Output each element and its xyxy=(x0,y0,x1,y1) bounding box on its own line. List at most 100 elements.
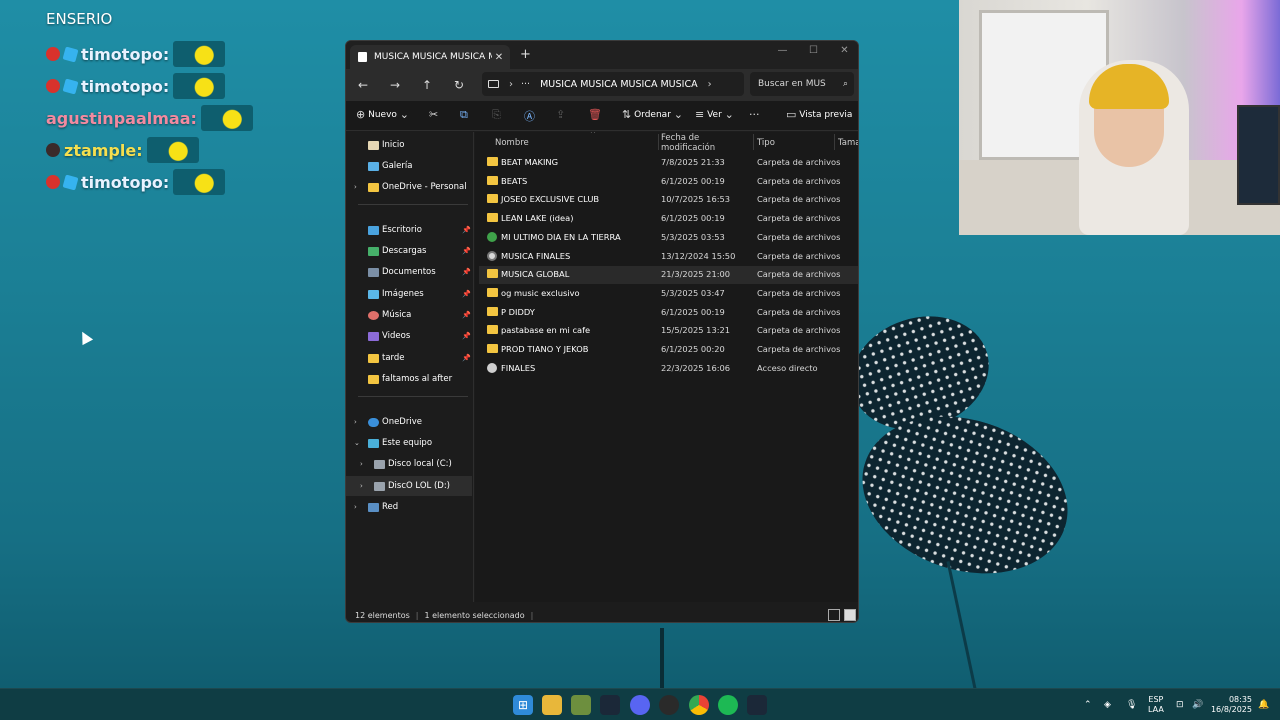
file-row[interactable]: og music exclusivo 5/3/2025 03:47 Carpeta … xyxy=(479,285,858,303)
steam-icon[interactable] xyxy=(747,695,767,715)
search-input[interactable]: Buscar en MUS ⌕ xyxy=(750,72,854,96)
title-bar[interactable]: MUSICA MUSICA MUSICA MU ✕ + — ☐ ✕ xyxy=(346,41,858,69)
address-bar[interactable]: › ··· MUSICA MUSICA MUSICA MUSICA › xyxy=(482,72,744,96)
minimize-button[interactable]: — xyxy=(767,41,798,61)
microphone-icon[interactable]: 🎙 xyxy=(1126,689,1137,720)
forward-arrow-icon[interactable]: → xyxy=(384,75,406,95)
chevron-right-icon[interactable]: › xyxy=(354,183,357,191)
pin-icon[interactable]: 📌 xyxy=(462,290,471,298)
chevron-right-icon[interactable]: › xyxy=(708,79,712,90)
file-row[interactable]: P DIDDY 6/1/2025 00:19 Carpeta de archivos xyxy=(479,304,858,322)
chevron-right-icon[interactable]: › xyxy=(360,460,363,468)
explorer-tab[interactable]: MUSICA MUSICA MUSICA MU ✕ xyxy=(350,45,510,69)
file-explorer-icon[interactable] xyxy=(542,695,562,715)
spotify-icon[interactable] xyxy=(718,695,738,715)
sidebar-item-label: faltamos al after xyxy=(382,374,453,384)
rename-icon[interactable]: Ⓐ xyxy=(524,108,535,124)
search-placeholder: Buscar en MUS xyxy=(758,79,826,89)
back-arrow-icon[interactable]: ← xyxy=(352,75,374,95)
chevron-up-icon[interactable]: ⌃ xyxy=(1084,689,1092,720)
share-icon[interactable]: ⇪ xyxy=(556,108,565,121)
sidebar-item-home[interactable]: Inicio xyxy=(346,135,472,155)
details-view-icon[interactable] xyxy=(828,609,840,621)
preview-pane-button[interactable]: ▭ Vista previa xyxy=(786,108,852,121)
chevron-down-icon[interactable]: ⌄ xyxy=(354,439,360,447)
pin-icon[interactable]: 📌 xyxy=(462,332,471,340)
column-header-name[interactable]: ^ Nombre xyxy=(495,132,655,154)
sidebar-item-network[interactable]: › Red xyxy=(346,497,472,517)
column-header-size[interactable]: Tamaño xyxy=(838,132,858,154)
obs-icon[interactable] xyxy=(659,695,679,715)
column-separator[interactable] xyxy=(753,134,754,150)
sidebar-item-downloads[interactable]: Descargas 📌 xyxy=(346,241,472,261)
file-row[interactable]: PROD TIANO Y JEKOB 6/1/2025 00:20 Carpeta … xyxy=(479,341,858,359)
refresh-icon[interactable]: ↻ xyxy=(448,75,470,95)
file-row[interactable]: MUSICA GLOBAL 21/3/2025 21:00 Carpeta de a… xyxy=(479,266,858,285)
sidebar-item-images[interactable]: Imágenes 📌 xyxy=(346,284,472,304)
new-label: Nuevo xyxy=(368,109,397,120)
clock[interactable]: 08:35 16/8/2025 xyxy=(1210,695,1252,715)
pin-icon[interactable]: 📌 xyxy=(462,226,471,234)
view-button[interactable]: ≡ Ver ⌄ xyxy=(695,108,734,121)
pin-icon[interactable]: 📌 xyxy=(462,311,471,319)
column-separator[interactable] xyxy=(834,134,835,150)
column-header-modified[interactable]: Fecha de modificación xyxy=(661,132,753,154)
sidebar-item-onedrive[interactable]: › OneDrive xyxy=(346,412,472,432)
file-row[interactable]: JOSEO EXCLUSIVE CLUB 10/7/2025 16:53 Carpe… xyxy=(479,191,858,209)
chrome-icon[interactable] xyxy=(689,695,709,715)
steam-icon[interactable] xyxy=(600,695,620,715)
sidebar-item-disk-d[interactable]: › DiscO LOL (D:) xyxy=(346,476,472,496)
column-header-type[interactable]: Tipo xyxy=(757,132,827,154)
sidebar-item-this-pc[interactable]: ⌄ Este equipo xyxy=(346,433,472,453)
column-separator[interactable] xyxy=(658,134,659,150)
sidebar-item-desktop[interactable]: Escritorio 📌 xyxy=(346,220,472,240)
volume-icon[interactable]: 🔊 xyxy=(1192,689,1203,720)
file-row[interactable]: FINALES 22/3/2025 16:06 Acceso directo xyxy=(479,360,858,378)
sidebar-item-faltamos[interactable]: faltamos al after xyxy=(346,369,472,389)
delete-icon[interactable]: 🗑 xyxy=(588,108,602,121)
maximize-button[interactable]: ☐ xyxy=(798,41,829,61)
file-row[interactable]: LEAN LAKE (idea) 6/1/2025 00:19 Carpeta de… xyxy=(479,210,858,228)
minecraft-icon[interactable] xyxy=(571,695,591,715)
sidebar-item-tarde[interactable]: tarde 📌 xyxy=(346,348,472,368)
file-row[interactable]: MUSICA FINALES 13/12/2024 15:50 Carpeta de… xyxy=(479,248,858,266)
discord-icon[interactable] xyxy=(630,695,650,715)
pin-icon[interactable]: 📌 xyxy=(462,354,471,362)
copy-icon[interactable]: ⧉ xyxy=(460,108,468,122)
sidebar-item-videos[interactable]: Videos 📌 xyxy=(346,326,472,346)
sidebar-item-disk-c[interactable]: › Disco local (C:) xyxy=(346,454,472,474)
sidebar-item-onedrive-personal[interactable]: › OneDrive - Personal xyxy=(346,177,472,197)
chevron-right-icon[interactable]: › xyxy=(354,418,357,426)
new-tab-button[interactable]: + xyxy=(520,47,531,62)
network-icon[interactable]: ⊡ xyxy=(1176,689,1184,720)
breadcrumb-overflow[interactable]: ··· xyxy=(521,79,530,90)
file-row[interactable]: MI ULTIMO DIA EN LA TIERRA 5/3/2025 03:53… xyxy=(479,229,858,247)
paste-icon[interactable]: ⎘ xyxy=(492,108,501,122)
breadcrumb-current[interactable]: MUSICA MUSICA MUSICA MUSICA xyxy=(540,79,698,90)
chevron-right-icon[interactable]: › xyxy=(509,79,513,90)
file-row[interactable]: BEATS 6/1/2025 00:19 Carpeta de archivos xyxy=(479,173,858,191)
chevron-right-icon[interactable]: › xyxy=(354,503,357,511)
sidebar-item-gallery[interactable]: Galería xyxy=(346,156,472,176)
file-row[interactable]: BEAT MAKING 7/8/2025 21:33 Carpeta de arch… xyxy=(479,154,858,172)
close-button[interactable]: ✕ xyxy=(829,41,858,61)
pin-icon[interactable]: 📌 xyxy=(462,268,471,276)
notification-icon[interactable]: 🔔 xyxy=(1258,689,1269,720)
new-button[interactable]: ⊕ Nuevo ⌄ xyxy=(356,108,409,121)
cut-icon[interactable]: ✂ xyxy=(429,108,438,121)
chevron-right-icon[interactable]: › xyxy=(360,482,363,490)
windows-start-icon[interactable]: ⊞ xyxy=(513,695,533,715)
sort-button[interactable]: ⇅ Ordenar ⌄ xyxy=(622,108,683,121)
close-tab-icon[interactable]: ✕ xyxy=(492,52,506,63)
language-indicator[interactable]: ESP LAA xyxy=(1148,695,1164,715)
shield-icon[interactable]: ◈ xyxy=(1104,689,1111,720)
tiles-view-icon[interactable] xyxy=(844,609,856,621)
more-options-icon[interactable]: ··· xyxy=(749,108,760,121)
sidebar-item-documents[interactable]: Documentos 📌 xyxy=(346,262,472,282)
sort-ascending-icon: ^ xyxy=(590,132,596,138)
sidebar-item-music[interactable]: Música 📌 xyxy=(346,305,472,325)
up-arrow-icon[interactable]: ↑ xyxy=(416,75,438,95)
webcam-monitor xyxy=(1237,105,1280,205)
pin-icon[interactable]: 📌 xyxy=(462,247,471,255)
file-row[interactable]: pastabase en mi cafe 15/5/2025 13:21 Carpe… xyxy=(479,322,858,340)
